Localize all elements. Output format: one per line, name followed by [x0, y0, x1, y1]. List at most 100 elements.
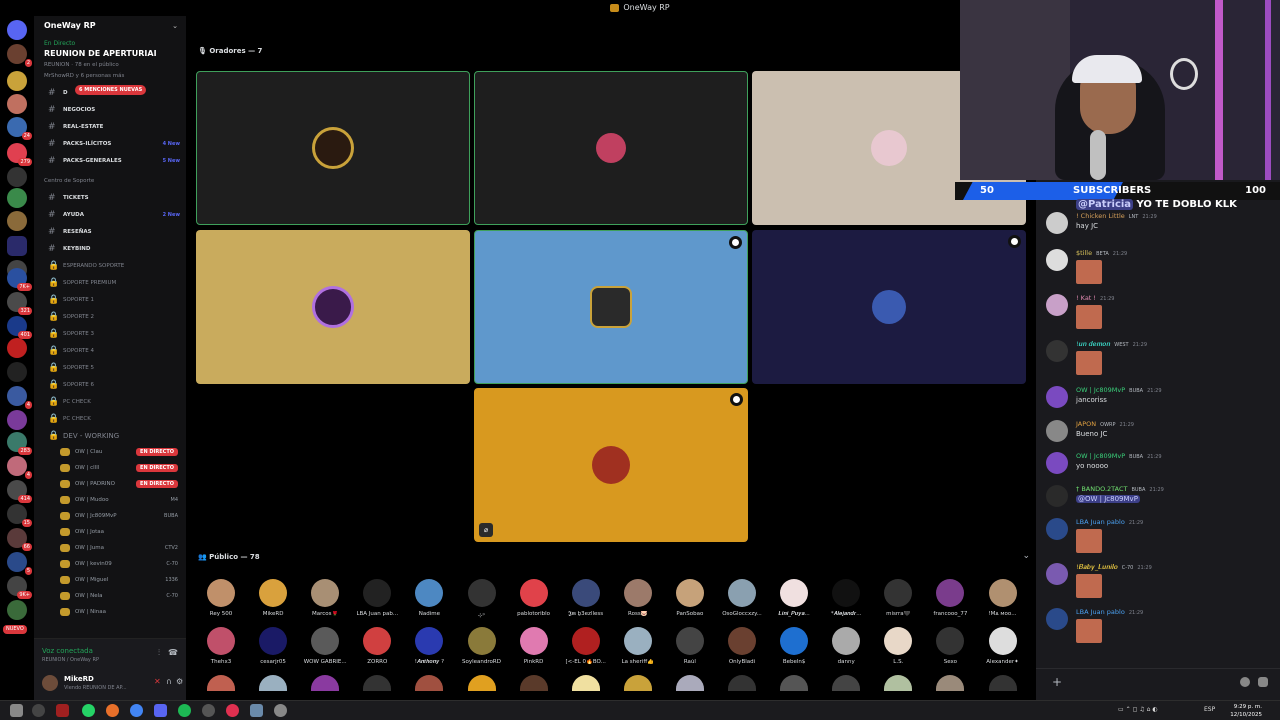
app-icon[interactable] — [202, 704, 215, 717]
audience-member[interactable]: Thehx3 — [195, 627, 247, 665]
server-icon[interactable] — [7, 410, 27, 430]
avatar[interactable] — [1046, 452, 1068, 474]
app-icon[interactable] — [56, 704, 69, 717]
server-icon[interactable] — [7, 211, 27, 231]
windows-start-icon[interactable] — [10, 704, 23, 717]
voice-user[interactable]: OW | Nela C-70 — [34, 588, 186, 604]
audience-member[interactable]: LBA Juan pab... — [351, 579, 403, 617]
audience-member[interactable]: !Mᴀ ᴍᴏᴏ... — [977, 579, 1029, 617]
voice-user[interactable]: OW | Clau EN DIRECTO — [34, 444, 186, 460]
audience-member[interactable]: 𝕵𝖒 ḇ3ezlless — [560, 579, 612, 618]
audience-member[interactable]: Alexander✦ — [977, 627, 1029, 665]
voice-channel[interactable]: 🔒 DEV - WORKING — [34, 427, 186, 444]
headphones-icon[interactable]: ∩ — [166, 677, 172, 686]
author-name[interactable]: † BANDO.2TACT — [1076, 485, 1127, 493]
server-icon[interactable]: 4 — [7, 456, 32, 479]
audience-member[interactable] — [560, 675, 612, 691]
noise-suppression-icon[interactable]: ⫶ — [158, 648, 160, 658]
audience-member[interactable] — [351, 675, 403, 691]
author-name[interactable]: ! Kat ! — [1076, 294, 1096, 302]
voice-status[interactable]: Voz conectada — [42, 647, 93, 655]
speaker-tile[interactable]: ⌀ — [474, 388, 748, 542]
spotify-icon[interactable] — [178, 704, 191, 717]
channel-item[interactable]: # PACKS-ILÍCITOS 4 New — [34, 135, 186, 152]
audience-member[interactable]: SoyleandroRD — [456, 627, 508, 665]
author-name[interactable]: OW | Jc809MvP — [1076, 452, 1125, 460]
avatar[interactable] — [1046, 340, 1068, 362]
author-name[interactable]: $tille — [1076, 249, 1092, 257]
audience-member[interactable]: Sexo — [924, 627, 976, 665]
server-icon[interactable]: 401 — [7, 316, 32, 339]
author-name[interactable]: LBA Juan pablo — [1076, 608, 1125, 616]
audience-member[interactable]: [<-EL 0🔥BO... — [560, 627, 612, 665]
speaker-tile[interactable] — [474, 230, 748, 384]
audience-member[interactable]: pablotoriblo — [508, 579, 560, 617]
mention[interactable]: @Patricia — [1076, 199, 1134, 210]
discord-icon[interactable] — [154, 704, 167, 717]
channel-item[interactable]: # AYUDA 2 New — [34, 206, 186, 223]
avatar[interactable] — [1046, 294, 1068, 316]
gift-icon[interactable] — [1258, 677, 1268, 687]
channel-item[interactable]: # NEGOCIOS — [34, 101, 186, 118]
server-icon[interactable] — [7, 188, 27, 208]
speaker-tile[interactable] — [196, 71, 470, 225]
category-header[interactable]: Centro de Soporte — [34, 173, 186, 189]
app-icon[interactable] — [250, 704, 263, 717]
voice-user[interactable]: OW | Mudoo M4 — [34, 492, 186, 508]
audience-member[interactable]: Bebeln$ — [768, 627, 820, 665]
audience-member[interactable] — [403, 675, 455, 691]
author-name[interactable]: JAPON — [1076, 420, 1096, 428]
disconnect-icon[interactable]: ☎ — [168, 648, 178, 657]
voice-channel[interactable]: 🔒 SOPORTE 6 — [34, 376, 186, 393]
voice-user[interactable]: OW | cllll EN DIRECTO — [34, 460, 186, 476]
audience-member[interactable]: OsoGloccxzy... — [716, 579, 768, 617]
avatar[interactable] — [1046, 420, 1068, 442]
channel-item[interactable]: # PACKS-GENERALES 5 New — [34, 152, 186, 169]
audience-member[interactable] — [508, 675, 560, 691]
avatar[interactable] — [1046, 563, 1068, 585]
audience-member[interactable]: PinkRD — [508, 627, 560, 665]
channel-item[interactable]: # REAL-ESTATE — [34, 118, 186, 135]
emoji-icon[interactable] — [1240, 677, 1250, 687]
audience-member[interactable]: danny — [820, 627, 872, 665]
voice-channel[interactable]: 🔒 ESPERANDO SOPORTE — [34, 257, 186, 274]
audience-member[interactable] — [977, 675, 1029, 691]
server-icon[interactable] — [7, 71, 27, 91]
audience-member[interactable]: Nadime — [403, 579, 455, 617]
avatar[interactable] — [1046, 518, 1068, 540]
voice-channel[interactable]: 🔒 SOPORTE PREMIUM — [34, 274, 186, 291]
audience-member[interactable] — [664, 675, 716, 691]
author-name[interactable]: LBA Juan pablo — [1076, 518, 1125, 526]
audience-member[interactable] — [195, 675, 247, 691]
audience-member[interactable]: PanSobao — [664, 579, 716, 617]
voice-user[interactable]: OW | PADRINO EN DIRECTO — [34, 476, 186, 492]
avatar[interactable] — [1046, 608, 1068, 630]
avatar[interactable] — [1046, 386, 1068, 408]
sticker-image[interactable] — [1076, 260, 1102, 284]
app-icon[interactable] — [274, 704, 287, 717]
gear-icon[interactable]: ⚙ — [176, 677, 183, 686]
server-icon[interactable] — [7, 338, 27, 358]
speaker-tile[interactable] — [196, 230, 470, 384]
avatar[interactable] — [1046, 249, 1068, 271]
task-view-icon[interactable] — [32, 704, 45, 717]
add-icon[interactable]: + — [1052, 675, 1062, 689]
audience-member[interactable]: ⊹꙳ — [456, 579, 508, 619]
audience-member[interactable]: 𝑳𝒊𝒏𝒊_𝑷𝒖𝒚𝒂... — [768, 579, 820, 618]
audience-member[interactable]: ZORRO — [351, 627, 403, 665]
avatar[interactable] — [1046, 485, 1068, 507]
author-name[interactable]: OW | Jc809MvP — [1076, 386, 1125, 394]
voice-channel[interactable]: 🔒 SOPORTE 1 — [34, 291, 186, 308]
channel-item[interactable]: # TICKETS — [34, 189, 186, 206]
mentions-badge[interactable]: 6 MENCIONES NUEVAS — [75, 85, 147, 95]
audience-member[interactable] — [872, 675, 924, 691]
voice-user[interactable]: OW | Ninaa — [34, 604, 186, 620]
voice-channel[interactable]: 🔒 PC CHECK — [34, 393, 186, 410]
sticker-image[interactable] — [1076, 305, 1102, 329]
audience-member[interactable] — [768, 675, 820, 691]
audience-member[interactable]: OnlyBladi — [716, 627, 768, 665]
author-name[interactable]: !𝒖𝒏 𝒅𝒆𝒎𝒐𝒏 — [1076, 340, 1110, 348]
chrome-icon[interactable] — [130, 704, 143, 717]
audience-member[interactable]: misrra🖤 — [872, 579, 924, 617]
audience-member[interactable] — [924, 675, 976, 691]
